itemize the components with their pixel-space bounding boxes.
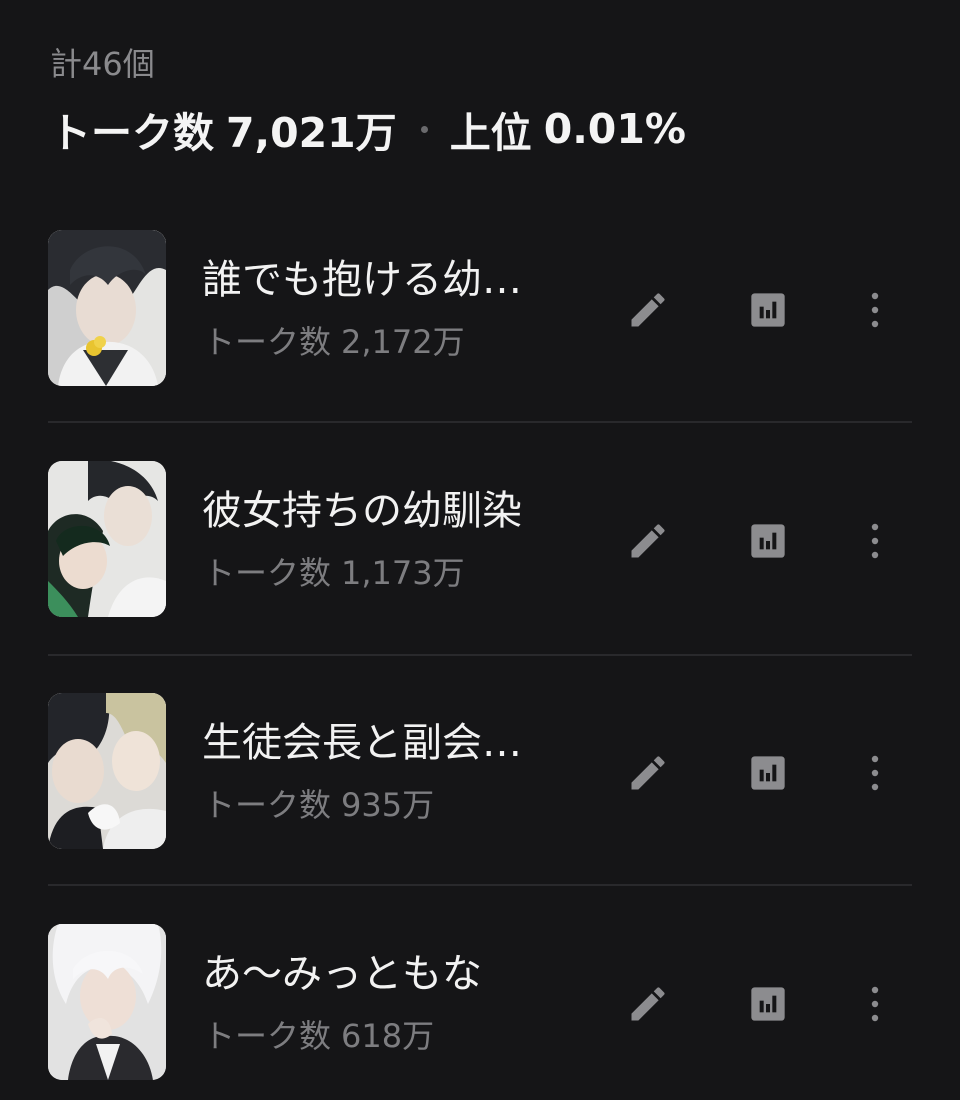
summary-talk-label: トーク数: [50, 109, 214, 157]
total-count: 計46個: [50, 45, 155, 83]
character-talk-stat: トーク数 2,172万: [203, 318, 465, 366]
character-title[interactable]: 彼女持ちの幼馴染: [202, 483, 562, 539]
summary-rank-value: 0.01%: [543, 105, 686, 153]
summary-talk-total: 7,021万: [226, 109, 397, 157]
more-options-button[interactable]: [847, 513, 903, 569]
character-thumbnail[interactable]: [48, 693, 166, 849]
summary-line: トーク数 7,021万 上位 0.01%: [50, 98, 686, 160]
character-talk-stat: トーク数 618万: [203, 1012, 434, 1060]
character-list-screen: 計46個 トーク数 7,021万 上位 0.01% 誰でも抱ける幼… トーク数 …: [0, 0, 960, 1100]
bar-chart-icon: [751, 987, 785, 1021]
edit-button[interactable]: [620, 976, 676, 1032]
summary-rank-label: 上位: [449, 109, 532, 157]
more-vertical-icon: [871, 523, 879, 559]
more-vertical-icon: [871, 755, 879, 791]
character-portrait-image: [48, 693, 166, 849]
character-portrait-image: [48, 230, 166, 386]
talk-count: 618万: [341, 1017, 435, 1055]
character-portrait-image: [48, 461, 166, 617]
more-vertical-icon: [871, 292, 879, 328]
character-title[interactable]: 生徒会長と副会…: [202, 715, 562, 771]
pencil-icon: [631, 524, 665, 558]
character-thumbnail[interactable]: [48, 461, 166, 617]
bar-chart-icon: [751, 524, 785, 558]
row-divider: [48, 421, 912, 423]
character-thumbnail[interactable]: [48, 924, 166, 1080]
talk-label: トーク数: [203, 554, 332, 592]
talk-count: 2,172万: [341, 323, 465, 361]
character-talk-stat: トーク数 1,173万: [203, 549, 465, 597]
bar-chart-icon: [751, 756, 785, 790]
character-row[interactable]: 誰でも抱ける幼… トーク数 2,172万: [0, 230, 960, 390]
talk-label: トーク数: [203, 1017, 332, 1055]
separator-dot: [420, 125, 428, 133]
row-divider: [48, 654, 912, 656]
talk-count: 935万: [341, 786, 435, 824]
edit-button[interactable]: [620, 282, 676, 338]
edit-button[interactable]: [620, 745, 676, 801]
character-portrait-image: [48, 924, 166, 1080]
more-vertical-icon: [871, 986, 879, 1022]
bar-chart-icon: [751, 293, 785, 327]
character-row[interactable]: 生徒会長と副会… トーク数 935万: [0, 693, 960, 853]
talk-count: 1,173万: [341, 554, 465, 592]
more-options-button[interactable]: [847, 282, 903, 338]
more-options-button[interactable]: [847, 976, 903, 1032]
stats-button[interactable]: [740, 282, 796, 338]
character-title[interactable]: 誰でも抱ける幼…: [202, 252, 562, 308]
talk-label: トーク数: [203, 323, 332, 361]
pencil-icon: [631, 987, 665, 1021]
pencil-icon: [631, 756, 665, 790]
character-talk-stat: トーク数 935万: [203, 781, 434, 829]
stats-button[interactable]: [740, 745, 796, 801]
stats-button[interactable]: [740, 976, 796, 1032]
talk-label: トーク数: [203, 786, 332, 824]
pencil-icon: [631, 293, 665, 327]
row-divider: [48, 884, 912, 886]
character-title[interactable]: あ〜みっともな: [202, 946, 562, 1002]
character-row[interactable]: あ〜みっともな トーク数 618万: [0, 924, 960, 1084]
edit-button[interactable]: [620, 513, 676, 569]
stats-button[interactable]: [740, 513, 796, 569]
character-thumbnail[interactable]: [48, 230, 166, 386]
character-row[interactable]: 彼女持ちの幼馴染 トーク数 1,173万: [0, 461, 960, 621]
more-options-button[interactable]: [847, 745, 903, 801]
